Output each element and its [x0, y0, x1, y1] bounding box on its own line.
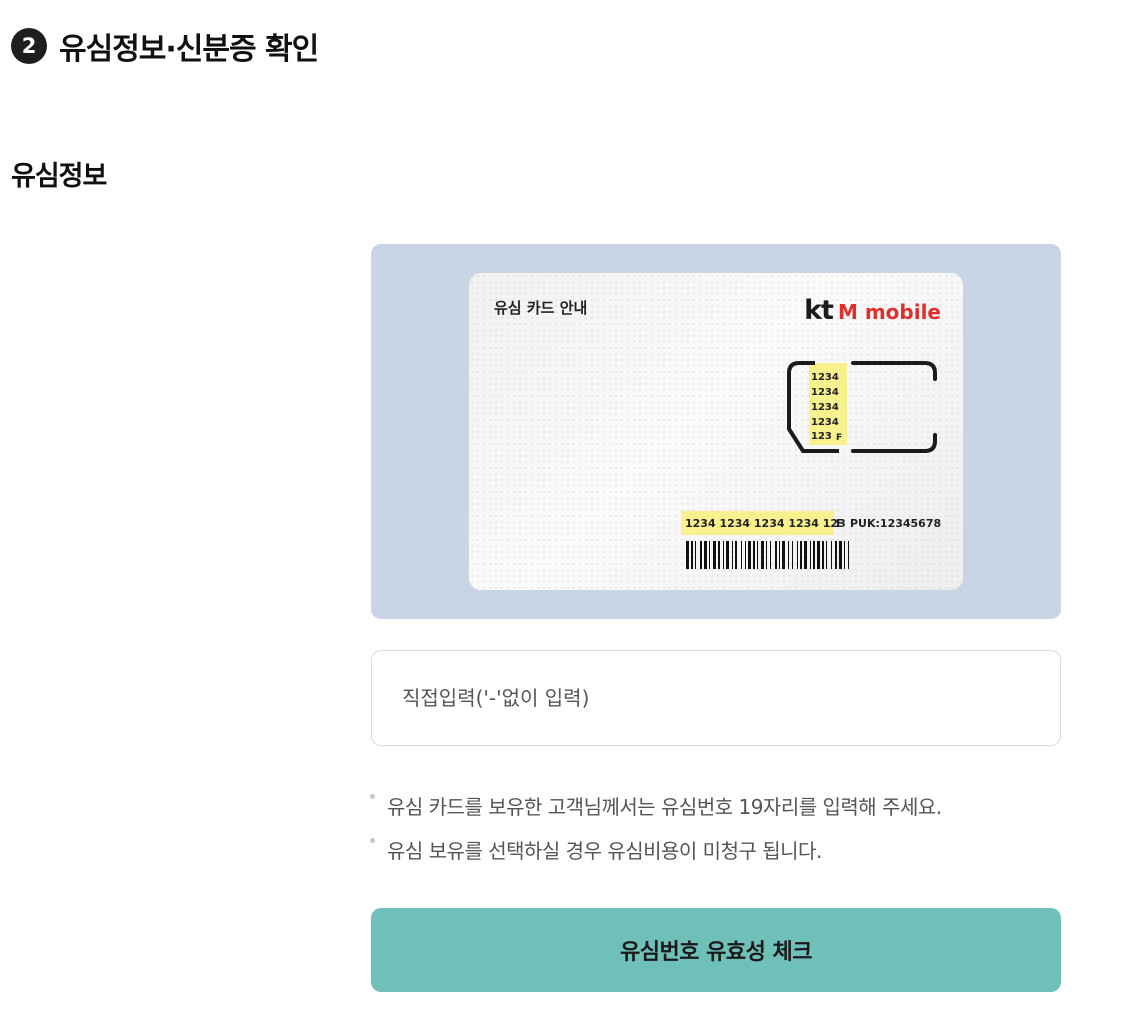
barcode-bar	[732, 541, 733, 569]
barcode-bar	[844, 541, 845, 569]
chip-number-line: 1234	[811, 402, 839, 413]
sim-card-illustration: 유심 카드 안내 kt M mobile 1234 1234 1234 1234…	[469, 273, 963, 590]
barcode-bar	[817, 541, 820, 569]
step-header: 2 유심정보·신분증 확인	[11, 24, 319, 68]
barcode-bar	[704, 541, 707, 569]
section-title: 유심정보	[11, 161, 107, 192]
barcode-bar	[792, 541, 793, 569]
barcode-icon	[686, 541, 849, 569]
sim-number-input[interactable]	[402, 686, 1030, 710]
brand-logo: kt M mobile	[804, 295, 941, 326]
barcode-bar	[770, 541, 771, 569]
notice-list: 유심 카드를 보유한 고객님께서는 유심번호 19자리를 입력해 주세요. 유심…	[369, 785, 942, 873]
barcode-bar	[748, 541, 751, 569]
barcode-bar	[741, 541, 742, 569]
barcode-bar	[686, 541, 689, 569]
sim-card-title: 유심 카드 안내	[494, 299, 588, 317]
notice-item: 유심 카드를 보유한 고객님께서는 유심번호 19자리를 입력해 주세요.	[369, 785, 942, 829]
sim-chip-outline-icon	[787, 361, 937, 453]
barcode-bar	[848, 541, 849, 569]
barcode-bar	[835, 541, 837, 569]
barcode-bar	[713, 541, 716, 569]
barcode-bar	[813, 541, 815, 569]
barcode-bar	[761, 541, 764, 569]
barcode-bar	[709, 541, 710, 569]
puk-code: PUK:12345678	[850, 517, 942, 530]
barcode-bar	[691, 541, 693, 569]
barcode-bar	[782, 541, 785, 569]
barcode-bar	[797, 541, 798, 569]
sim-serial-number: 1234 1234 1234 1234 123	[685, 517, 846, 530]
barcode-bar	[723, 541, 724, 569]
chip-number-line: 123	[811, 431, 832, 442]
barcode-bar	[766, 541, 767, 569]
barcode-bar	[775, 541, 777, 569]
sim-guide-panel: 유심 카드 안내 kt M mobile 1234 1234 1234 1234…	[371, 244, 1061, 619]
barcode-bar	[700, 541, 702, 569]
barcode-bar	[757, 541, 758, 569]
barcode-bar	[718, 541, 720, 569]
barcode-bar	[735, 541, 737, 569]
chip-number-line: 1234	[811, 417, 839, 428]
brand-kt-text: kt	[804, 295, 834, 326]
barcode-bar	[745, 541, 746, 569]
brand-mobile-text: M mobile	[837, 300, 941, 324]
barcode-bar	[822, 541, 824, 569]
chip-number-line: 1234	[811, 372, 839, 383]
sim-validity-check-button[interactable]: 유심번호 유효성 체크	[371, 908, 1061, 992]
chip-suffix: F	[836, 433, 843, 443]
barcode-bar	[788, 541, 789, 569]
barcode-bar	[831, 541, 832, 569]
chip-number-line: 1234	[811, 387, 839, 398]
serial-suffix: F	[836, 517, 844, 530]
notice-item: 유심 보유를 선택하실 경우 유심비용이 미청구 됩니다.	[369, 829, 942, 873]
step-number-badge: 2	[11, 28, 47, 64]
barcode-bar	[826, 541, 827, 569]
barcode-bar	[753, 541, 755, 569]
barcode-bar	[726, 541, 729, 569]
step-title: 유심정보·신분증 확인	[59, 32, 319, 67]
barcode-bar	[695, 541, 696, 569]
barcode-bar	[810, 541, 811, 569]
barcode-bar	[804, 541, 807, 569]
barcode-bar	[839, 541, 842, 569]
sim-number-field[interactable]	[371, 650, 1061, 746]
barcode-bar	[800, 541, 802, 569]
barcode-bar	[779, 541, 780, 569]
